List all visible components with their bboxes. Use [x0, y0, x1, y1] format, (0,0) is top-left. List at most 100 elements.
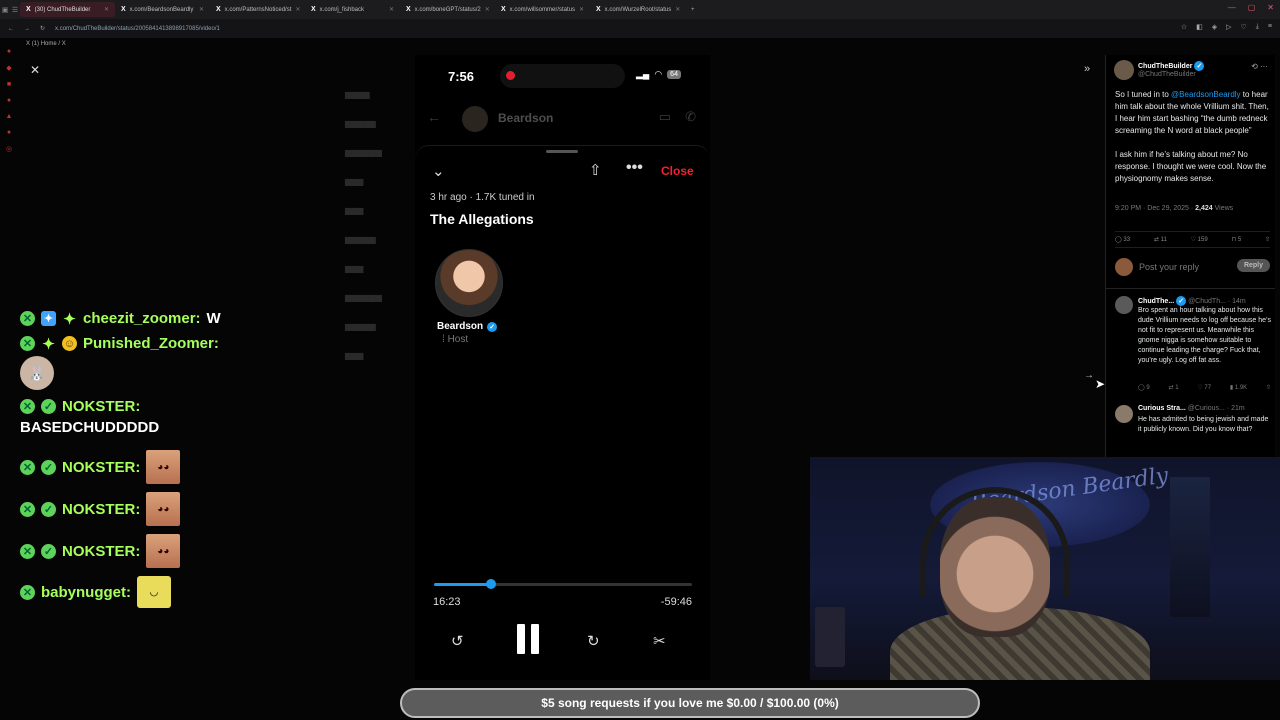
browser-tab[interactable]: X x.com/BeardsonBeardly ✕	[115, 2, 210, 17]
scrubber-handle[interactable]	[485, 579, 496, 589]
donation-goal-text: $5 song requests if you love me $0.00 / …	[541, 696, 839, 710]
x-logo-icon: X	[406, 6, 411, 13]
tab-close-icon[interactable]: ✕	[199, 6, 204, 13]
chat-text: W	[206, 310, 221, 327]
download-icon[interactable]: ⤓	[1256, 23, 1259, 31]
sidebar-app-icon[interactable]: ●	[7, 97, 11, 104]
extension-icon[interactable]: ◧	[1196, 23, 1203, 31]
verified-badge-icon: ✓	[41, 459, 56, 475]
chat-message: ✕ ✦ ✦ cheezit_zoomer: W	[20, 310, 340, 328]
avatar[interactable]	[1115, 296, 1133, 314]
window-close-icon[interactable]: ✕	[1267, 3, 1274, 12]
sidebar-app-icon[interactable]: ●	[7, 48, 11, 55]
reply-input[interactable]: Post your reply	[1139, 262, 1199, 272]
avatar	[462, 106, 488, 132]
share-icon[interactable]: ⇧	[1265, 236, 1270, 243]
tweet-author[interactable]: ChudTheBuilder ✓	[1138, 61, 1205, 71]
new-tab-icon[interactable]: +	[685, 7, 701, 13]
browser-tab[interactable]: X x.com/WurzelRoot/status ✕	[590, 2, 685, 17]
pause-button[interactable]	[517, 624, 539, 654]
tab-close-icon[interactable]: ✕	[389, 6, 394, 13]
tab-list-icon[interactable]: ☰	[10, 6, 20, 14]
tab-close-icon[interactable]: ✕	[485, 6, 490, 13]
minimize-icon[interactable]: —	[1228, 3, 1236, 12]
mention-link[interactable]: @BeardsonBeardly	[1171, 90, 1241, 99]
mouse-cursor-icon: ➤	[1095, 377, 1106, 391]
chat-username: Punished_Zoomer:	[83, 335, 219, 352]
moderator-badge-icon: ✕	[20, 501, 35, 517]
next-media-icon[interactable]: →	[1084, 370, 1094, 381]
more-icon[interactable]: ···	[1260, 62, 1268, 71]
phone-call-icon[interactable]: ✆	[685, 109, 696, 125]
grok-icon[interactable]: ⟲	[1251, 62, 1258, 71]
browser-tab[interactable]: X x.com/willsommer/status ✕	[495, 2, 590, 17]
battery-icon: 64	[667, 70, 681, 79]
chat-message: ✕ ✦ ☺ Punished_Zoomer:	[20, 335, 340, 353]
browser-tab[interactable]: X x.com/j_fishback ✕	[305, 2, 400, 17]
moderator-badge-icon: ✕	[20, 459, 35, 475]
forward-icon[interactable]: →	[24, 26, 30, 32]
tab-label: x.com/boneGPT/status/2	[414, 6, 481, 13]
shield-icon[interactable]: ◈	[1212, 23, 1217, 31]
sheet-grabber[interactable]	[546, 150, 578, 153]
views-action[interactable]: ▮ 1.9K	[1230, 384, 1247, 391]
share-icon[interactable]: ⇧	[1266, 384, 1271, 391]
clip-scissors-icon[interactable]: ✂	[653, 632, 666, 650]
bookmark-label: (1) Home / X	[31, 41, 66, 47]
sidebar-app-icon[interactable]: ◎	[6, 145, 12, 153]
sidebar-app-icon[interactable]: ◆	[6, 64, 11, 72]
bookmark-item[interactable]: X (1) Home / X	[26, 41, 66, 47]
browser-tab[interactable]: X x.com/PatternsNoticed/st ✕	[210, 2, 305, 17]
repost-action[interactable]: ⇄ 11	[1154, 236, 1167, 243]
moderator-badge-icon: ✕	[20, 584, 35, 600]
tweet-header-icons: ⟲ ···	[1251, 62, 1268, 71]
sidebar-app-icon[interactable]: ▲	[6, 113, 13, 120]
like-action[interactable]: ♡ 159	[1191, 236, 1208, 243]
avatar[interactable]	[1115, 405, 1133, 423]
maximize-icon[interactable]: ▢	[1248, 3, 1256, 12]
tab-menu-icon[interactable]: ▣	[0, 6, 10, 14]
menu-icon[interactable]: ≡	[1268, 23, 1272, 31]
reply-action[interactable]: ◯ 33	[1115, 236, 1130, 243]
x-logo-icon: X	[501, 6, 506, 13]
url-field[interactable]: x.com/ChudTheBuilder/status/200584141389…	[55, 26, 220, 32]
video-call-icon[interactable]: ▭	[659, 109, 671, 125]
chevron-down-icon[interactable]: ⌄	[432, 162, 445, 180]
avatar[interactable]	[1114, 60, 1134, 80]
x-logo-icon: X	[311, 6, 316, 13]
rewind-15-icon[interactable]: ↺	[451, 632, 464, 650]
playback-scrubber[interactable]	[434, 579, 692, 589]
sidebar-app-icon[interactable]: ■	[7, 81, 11, 88]
more-icon[interactable]: •••	[626, 159, 643, 177]
chat-message: ✕ ✓ NOKSTER:	[20, 398, 340, 415]
repost-action[interactable]: ⇄ 1	[1169, 384, 1179, 391]
browser-tab[interactable]: X (30) ChudTheBuilder ✕	[20, 2, 115, 17]
reply-button[interactable]: Reply	[1236, 259, 1270, 272]
address-bar: ← → ↻ x.com/ChudTheBuilder/status/200584…	[0, 19, 1280, 38]
tab-close-icon[interactable]: ✕	[675, 6, 680, 13]
forward-15-icon[interactable]: ↻	[587, 632, 600, 650]
back-icon[interactable]: ←	[8, 26, 14, 32]
tab-close-icon[interactable]: ✕	[295, 6, 300, 13]
tab-close-icon[interactable]: ✕	[104, 6, 109, 13]
reply-action[interactable]: ◯ 9	[1138, 384, 1150, 391]
reply-text: Bro spent an hour talking about how this…	[1138, 307, 1271, 364]
expand-panel-icon[interactable]: »	[1084, 63, 1090, 75]
close-button[interactable]: Close	[661, 164, 694, 178]
share-icon[interactable]: ⇧	[589, 161, 602, 179]
window-controls: — ▢ ✕	[1228, 3, 1274, 12]
sidebar-app-icon[interactable]: ●	[7, 129, 11, 136]
heart-icon[interactable]: ♡	[1241, 23, 1247, 31]
tweet-text: So I tuned in to	[1115, 90, 1172, 99]
bookmark-action[interactable]: ⊓ 5	[1231, 236, 1241, 243]
host-avatar[interactable]	[435, 249, 503, 317]
like-action[interactable]: ♡ 77	[1197, 384, 1211, 391]
browser-tab[interactable]: X x.com/boneGPT/status/2 ✕	[400, 2, 495, 17]
tab-close-icon[interactable]: ✕	[579, 6, 584, 13]
back-arrow-icon[interactable]: ←	[427, 109, 441, 125]
play-icon[interactable]: ▷	[1226, 23, 1231, 31]
tweet-timestamp: 9:20 PM · Dec 29, 2025 · 2,424 Views	[1115, 205, 1234, 212]
bookmark-icon[interactable]: ☆	[1181, 23, 1187, 31]
close-media-icon[interactable]: ✕	[30, 63, 40, 77]
reload-icon[interactable]: ↻	[40, 25, 45, 32]
